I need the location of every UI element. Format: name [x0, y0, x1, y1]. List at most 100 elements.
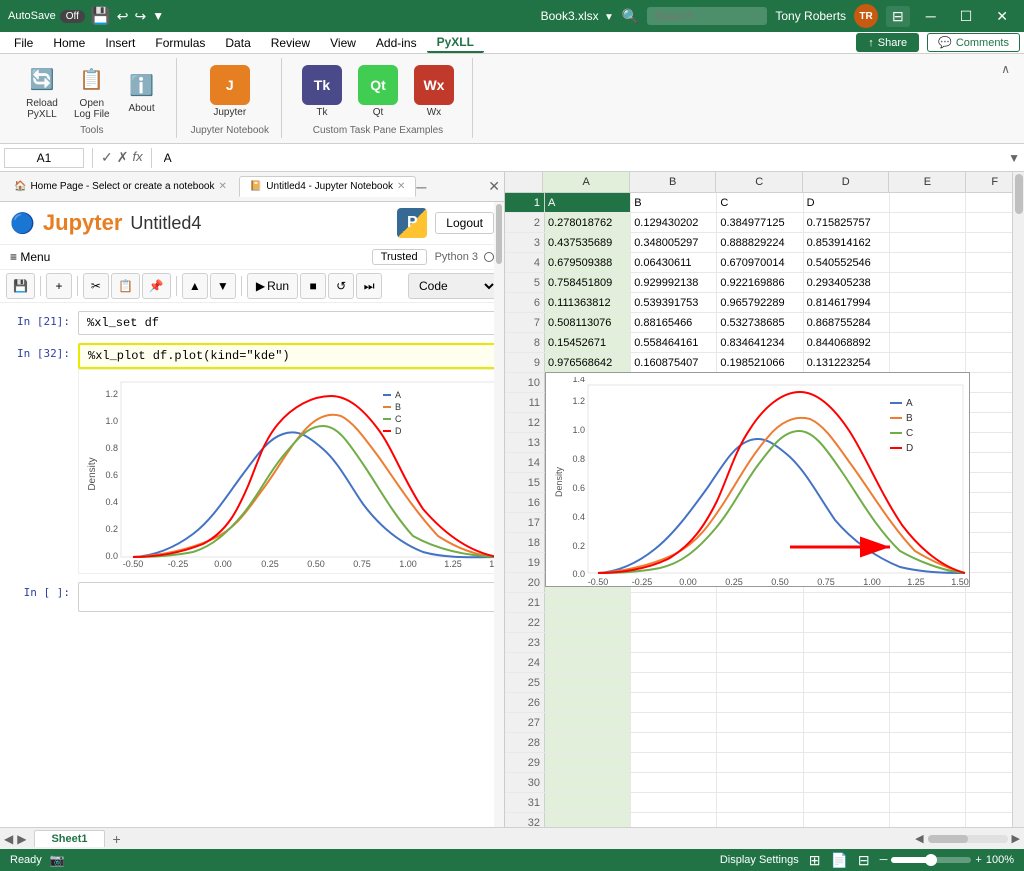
cell-b23[interactable]	[631, 633, 717, 652]
cell-c29[interactable]	[717, 753, 803, 772]
scroll-left-icon[interactable]: ◀	[4, 832, 13, 846]
vertical-scrollbar[interactable]	[1012, 172, 1024, 827]
qt-button[interactable]: Qt Qt	[352, 61, 404, 122]
cell-c32[interactable]	[717, 813, 803, 827]
cell-e27[interactable]	[890, 713, 967, 732]
cell-d6[interactable]: 0.814617994	[804, 293, 890, 312]
cell-e32[interactable]	[890, 813, 967, 827]
cell-c2[interactable]: 0.384977125	[717, 213, 803, 232]
cell-d21[interactable]	[804, 593, 890, 612]
customize-icon[interactable]: ▼	[152, 9, 164, 23]
minimize-button[interactable]: ─	[918, 6, 944, 26]
cell-b28[interactable]	[631, 733, 717, 752]
cell-reference-input[interactable]	[4, 148, 84, 168]
homepage-tab[interactable]: 🏠 Home Page - Select or create a noteboo…	[4, 177, 237, 196]
logout-button[interactable]: Logout	[435, 212, 494, 234]
cell-e2[interactable]	[890, 213, 967, 232]
cell-a24[interactable]	[545, 653, 631, 672]
scroll-right-icon[interactable]: ▶	[17, 832, 26, 846]
ribbon-collapse-icon[interactable]: ⊟	[886, 6, 910, 27]
cell-e21[interactable]	[890, 593, 967, 612]
undo-icon[interactable]: ↩	[117, 8, 129, 25]
cell-c24[interactable]	[717, 653, 803, 672]
cell-e31[interactable]	[890, 793, 967, 812]
cell-b5[interactable]: 0.929992138	[631, 273, 717, 292]
col-header-e[interactable]: E	[889, 172, 966, 192]
notebook-tab[interactable]: 📔 Untitled4 - Jupyter Notebook ✕	[239, 176, 417, 197]
cell-d5[interactable]: 0.293405238	[804, 273, 890, 292]
ribbon-collapse-button[interactable]: ∧	[995, 58, 1016, 78]
cell-b7[interactable]: 0.88165466	[631, 313, 717, 332]
menu-view[interactable]: View	[320, 34, 366, 52]
cell-c9[interactable]: 0.198521066	[717, 353, 803, 372]
cell-d1[interactable]: D	[804, 193, 890, 212]
comments-button[interactable]: 💬 Comments	[927, 33, 1020, 52]
cell-c1[interactable]: C	[717, 193, 803, 212]
cell-e30[interactable]	[890, 773, 967, 792]
jupyter-scrollbar[interactable]	[494, 202, 504, 827]
cell-3-content[interactable]	[78, 582, 496, 612]
menu-addins[interactable]: Add-ins	[366, 34, 427, 52]
cell-type-selector[interactable]: Code Markdown Raw	[408, 273, 498, 299]
col-header-d[interactable]: D	[803, 172, 890, 192]
cell-a25[interactable]	[545, 673, 631, 692]
zoom-in-icon[interactable]: +	[975, 854, 981, 866]
cut-cell-button[interactable]: ✂	[83, 273, 109, 299]
cell-b4[interactable]: 0.06430611	[631, 253, 717, 272]
menu-insert[interactable]: Insert	[95, 34, 145, 52]
formula-expand-icon[interactable]: ▼	[1008, 151, 1020, 165]
cell-c23[interactable]	[717, 633, 803, 652]
cell-c4[interactable]: 0.670970014	[717, 253, 803, 272]
cell-c25[interactable]	[717, 673, 803, 692]
cell-b26[interactable]	[631, 693, 717, 712]
cell-a7[interactable]: 0.508113076	[545, 313, 631, 332]
display-settings-label[interactable]: Display Settings	[720, 854, 799, 866]
cell-d24[interactable]	[804, 653, 890, 672]
cell-d2[interactable]: 0.715825757	[804, 213, 890, 232]
cell-b3[interactable]: 0.348005297	[631, 233, 717, 252]
formula-cancel-icon[interactable]: ✗	[117, 149, 129, 166]
homepage-tab-close[interactable]: ✕	[218, 181, 226, 192]
menu-formulas[interactable]: Formulas	[145, 34, 215, 52]
copy-cell-button[interactable]: 📋	[111, 273, 140, 299]
hscroll-left[interactable]: ◀	[915, 832, 923, 845]
cell-e23[interactable]	[890, 633, 967, 652]
about-button[interactable]: ℹ️ About	[120, 65, 164, 118]
reload-pyxll-button[interactable]: 🔄 ReloadPyXLL	[20, 60, 64, 124]
cell-c22[interactable]	[717, 613, 803, 632]
cell-d8[interactable]: 0.844068892	[804, 333, 890, 352]
add-cell-button[interactable]: +	[46, 273, 72, 299]
cell-d23[interactable]	[804, 633, 890, 652]
cell-b6[interactable]: 0.539391753	[631, 293, 717, 312]
cell-c27[interactable]	[717, 713, 803, 732]
tk-button[interactable]: Tk Tk	[296, 61, 348, 122]
restart-button[interactable]: ↺	[328, 273, 354, 299]
cell-d27[interactable]	[804, 713, 890, 732]
notebook-tab-close[interactable]: ✕	[397, 181, 405, 192]
autosave-toggle[interactable]: Off	[60, 10, 85, 23]
cell-b29[interactable]	[631, 753, 717, 772]
hscroll-thumb[interactable]	[928, 835, 968, 843]
cell-d28[interactable]	[804, 733, 890, 752]
cell-d31[interactable]	[804, 793, 890, 812]
cell-c8[interactable]: 0.834641234	[717, 333, 803, 352]
cell-b22[interactable]	[631, 613, 717, 632]
jupyter-button[interactable]: J Jupyter	[204, 61, 256, 122]
cell-a2[interactable]: 0.278018762	[545, 213, 631, 232]
cell-d26[interactable]	[804, 693, 890, 712]
normal-view-icon[interactable]: ⊞	[809, 852, 821, 869]
panel-close-button[interactable]: ✕	[488, 178, 500, 195]
cell-a4[interactable]: 0.679509388	[545, 253, 631, 272]
cell-d22[interactable]	[804, 613, 890, 632]
formula-input[interactable]	[160, 149, 1005, 167]
cell-e4[interactable]	[890, 253, 967, 272]
cell-e25[interactable]	[890, 673, 967, 692]
zoom-slider-thumb[interactable]	[925, 854, 937, 866]
cell-e8[interactable]	[890, 333, 967, 352]
cell-a8[interactable]: 0.15452671	[545, 333, 631, 352]
cell-a26[interactable]	[545, 693, 631, 712]
zoom-slider[interactable]	[891, 857, 971, 863]
cell-c3[interactable]: 0.888829224	[717, 233, 803, 252]
close-button[interactable]: ✕	[988, 6, 1016, 27]
move-down-button[interactable]: ▼	[210, 273, 236, 299]
